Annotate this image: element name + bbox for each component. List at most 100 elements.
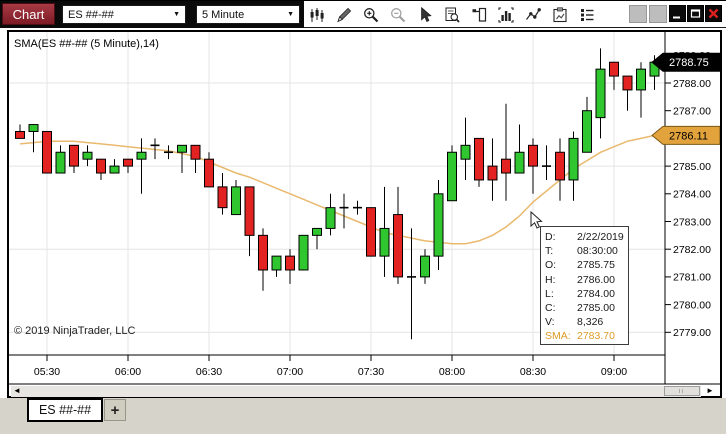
candle-body (583, 111, 592, 153)
interval-dropdown[interactable]: 5 Minute ▼ (196, 5, 300, 24)
candle (259, 228, 268, 290)
candle (367, 208, 376, 256)
chevron-down-icon: ▼ (287, 11, 294, 18)
horizontal-scrollbar-track[interactable] (11, 386, 701, 397)
candle (232, 180, 241, 215)
candle (623, 76, 632, 111)
drawing-tools-icon[interactable] (334, 5, 354, 25)
zoom-out-icon[interactable] (388, 5, 408, 25)
time-axis-label: 09:00 (601, 366, 627, 378)
candle (515, 125, 524, 173)
candle (245, 187, 254, 256)
candle (164, 145, 173, 159)
tooltip-row: D:2/22/2019 (545, 230, 628, 244)
candle (610, 62, 619, 90)
tooltip-row-value: 2786.00 (577, 273, 628, 287)
candle-body (475, 138, 484, 180)
instrument-dropdown[interactable]: ES ##-## ▼ (62, 5, 186, 24)
tooltip-row-label: L: (545, 287, 577, 301)
chart-toolbar (307, 4, 597, 26)
tooltip-row: O:2785.75 (545, 258, 628, 272)
tooltip-row-label: O: (545, 258, 577, 272)
candle (272, 256, 281, 277)
candle (461, 118, 470, 180)
candle-body (326, 208, 335, 229)
add-tab-button[interactable]: + (104, 399, 126, 421)
tooltip-row-value: 2785.75 (577, 258, 628, 272)
tooltip-row: V:8,326 (545, 315, 628, 329)
tooltip-row: C:2785.00 (545, 301, 628, 315)
candle-body (448, 152, 457, 200)
candle (70, 145, 79, 173)
candle (313, 228, 322, 249)
scrollbar-thumb[interactable] (664, 386, 700, 396)
candle (124, 159, 133, 173)
candle-body (461, 145, 470, 159)
data-box-tooltip: D:2/22/2019T:08:30:00O:2785.75H:2786.00L… (540, 226, 629, 345)
app-title: Chart (2, 3, 55, 25)
tooltip-row: H:2786.00 (545, 273, 628, 287)
candle-body (29, 125, 38, 132)
candle (205, 152, 214, 187)
candle-body (110, 166, 119, 173)
candle (421, 249, 430, 284)
candle (502, 104, 511, 201)
candle (488, 138, 497, 200)
candle-body (205, 159, 214, 187)
scroll-left-arrow[interactable]: ◄ (13, 384, 21, 398)
candle-body (191, 145, 200, 159)
price-axis-label: 2783.00 (673, 216, 711, 228)
mouse-cursor-icon (530, 211, 544, 231)
indicators-icon[interactable] (523, 5, 543, 25)
tooltip-row-value: 2784.00 (577, 287, 628, 301)
candle-body (623, 76, 632, 90)
candle (218, 173, 227, 215)
candle-body (16, 131, 25, 138)
time-axis-label: 06:00 (115, 366, 141, 378)
candle (596, 48, 605, 138)
indicator-label: SMA(ES ##-## (5 Minute),14) (14, 38, 159, 50)
candle (16, 125, 25, 139)
minimize-button[interactable] (669, 5, 686, 22)
chart-style-icon[interactable] (307, 5, 327, 25)
candle (299, 235, 308, 270)
candle-body (124, 159, 133, 166)
candle-body (502, 159, 511, 173)
candle (569, 131, 578, 200)
candle-body (70, 145, 79, 166)
zoom-in-icon[interactable] (361, 5, 381, 25)
candle-body (259, 235, 268, 270)
chart-frame: 2789.002788.002787.002786.002785.002784.… (7, 30, 722, 398)
tooltip-row-label: T: (545, 244, 577, 258)
candle-body (367, 208, 376, 256)
time-axis-label: 07:30 (358, 366, 384, 378)
candle (448, 145, 457, 200)
candle (326, 194, 335, 236)
copyright-text: © 2019 NinjaTrader, LLC (14, 325, 135, 337)
data-box-icon[interactable] (442, 5, 462, 25)
extra-button-2[interactable] (649, 5, 667, 23)
candle-body (556, 152, 565, 180)
candle (43, 131, 52, 173)
candle-body (569, 138, 578, 180)
tab-instrument[interactable]: ES ##-## (27, 398, 103, 422)
properties-icon[interactable] (577, 5, 597, 25)
candle (83, 145, 92, 166)
candle-body (421, 256, 430, 277)
candle (529, 138, 538, 193)
strategies-icon[interactable] (550, 5, 570, 25)
title-bar: Chart ES ##-## ▼ 5 Minute ▼ (0, 0, 726, 28)
price-axis-label: 2785.00 (673, 161, 711, 173)
scroll-right-arrow[interactable]: ► (706, 384, 714, 398)
tooltip-row: L:2784.00 (545, 287, 628, 301)
bar-type-icon[interactable] (496, 5, 516, 25)
price-axis-label: 2788.00 (673, 78, 711, 90)
close-button[interactable] (705, 5, 722, 22)
extra-button-1[interactable] (629, 5, 647, 23)
candle-body (56, 152, 65, 173)
price-axis-label: 2779.00 (673, 327, 711, 339)
tooltip-row-value: 8,326 (577, 315, 628, 329)
chart-trader-icon[interactable] (469, 5, 489, 25)
cursor-icon[interactable] (415, 5, 435, 25)
restore-button[interactable] (687, 5, 704, 22)
